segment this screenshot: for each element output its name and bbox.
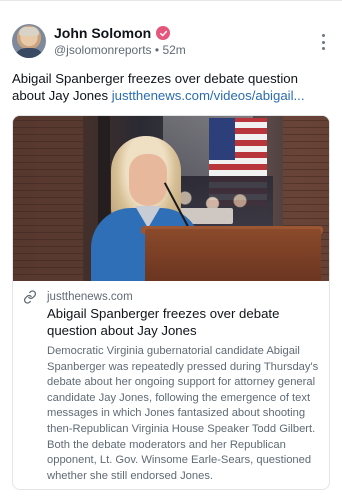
link-icon bbox=[23, 290, 37, 304]
verified-badge-icon bbox=[156, 26, 171, 40]
meta-separator: • bbox=[154, 43, 160, 57]
card-domain-row: justthenews.com bbox=[23, 290, 319, 304]
card-title[interactable]: Abigail Spanberger freezes over debate q… bbox=[47, 306, 319, 339]
post-time[interactable]: 52m bbox=[162, 43, 185, 57]
more-vertical-icon[interactable] bbox=[320, 34, 326, 50]
post-text: Abigail Spanberger freezes over debate q… bbox=[12, 70, 330, 104]
card-image[interactable] bbox=[13, 116, 329, 281]
avatar[interactable] bbox=[12, 24, 46, 58]
post-link[interactable]: justthenews.com/videos/abigail... bbox=[112, 88, 305, 103]
card-domain: justthenews.com bbox=[47, 291, 133, 303]
author-name-row: John Solomon bbox=[54, 25, 171, 41]
author-name[interactable]: John Solomon bbox=[54, 25, 151, 41]
author-handle[interactable]: @jsolomonreports bbox=[54, 43, 152, 57]
card-body: justthenews.com Abigail Spanberger freez… bbox=[23, 290, 319, 484]
author-meta: @jsolomonreports • 52m bbox=[54, 43, 186, 57]
link-preview-card[interactable]: justthenews.com Abigail Spanberger freez… bbox=[12, 115, 330, 490]
card-description: Democratic Virginia gubernatorial candid… bbox=[47, 345, 319, 482]
top-divider bbox=[0, 0, 342, 1]
post-header: John Solomon @jsolomonreports • 52m bbox=[12, 24, 330, 60]
